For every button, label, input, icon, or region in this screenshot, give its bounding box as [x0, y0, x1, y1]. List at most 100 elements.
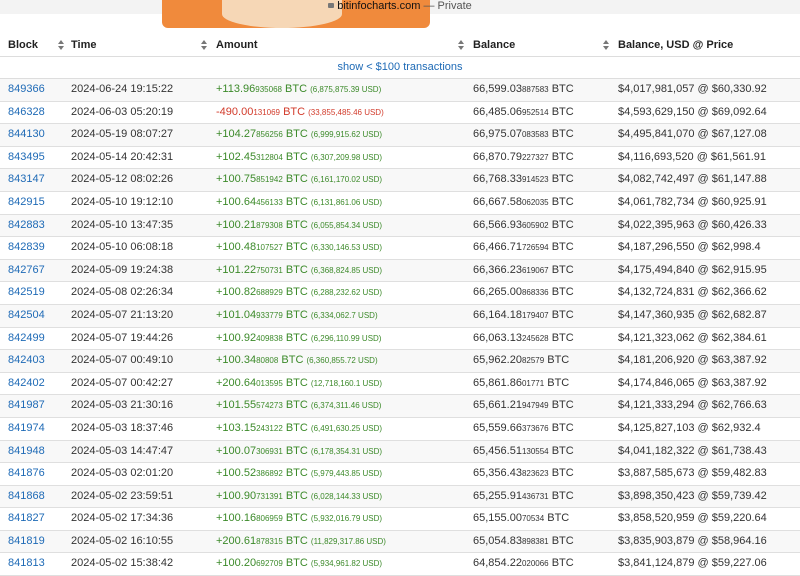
block-link[interactable]: 841974	[8, 418, 45, 439]
amount-unit: BTC	[282, 241, 308, 254]
block-link[interactable]: 842499	[8, 328, 45, 349]
balance-usd: $4,116,693,520 @ $61,561.91	[618, 150, 766, 163]
tx-balance: 66,485.06952514 BTC	[473, 102, 574, 123]
amount-usd: (6,288,232.62 USD)	[310, 288, 383, 298]
tx-amount: +100.20692709 BTC (5,934,961.82 USD)	[216, 553, 382, 574]
amount-main: +102.45	[216, 150, 257, 163]
tx-amount: +100.16806959 BTC (5,932,016.79 USD)	[216, 508, 382, 529]
amount-usd: (6,330,146.53 USD)	[310, 243, 383, 253]
balance-unit: BTC	[548, 421, 574, 434]
balance-unit: BTC	[548, 150, 574, 163]
amount-main: +100.52	[216, 467, 257, 480]
block-link[interactable]: 841876	[8, 463, 45, 484]
amount-decimals: 131069	[253, 107, 281, 117]
block-link[interactable]: 841948	[8, 441, 45, 462]
amount-main: +104.27	[216, 128, 257, 141]
amount-main: +100.07	[216, 444, 257, 457]
balance-unit: BTC	[548, 218, 574, 231]
balance-unit: BTC	[544, 376, 570, 389]
block-link[interactable]: 842519	[8, 282, 45, 303]
balance-decimals: 887583	[521, 85, 549, 94]
amount-main: +100.92	[216, 331, 257, 344]
header-block[interactable]: Block	[8, 34, 38, 56]
table-row: 842839 2024-05-10 06:08:18 +100.48107527 B…	[0, 237, 800, 260]
show-small-transactions-link[interactable]: show < $100 transactions	[0, 57, 800, 79]
block-link[interactable]: 842504	[8, 305, 45, 326]
block-link[interactable]: 842402	[8, 373, 45, 394]
balance-usd: $4,121,323,062 @ $62,384.61	[618, 331, 767, 344]
amount-usd: (6,360,855.72 USD)	[306, 356, 378, 366]
amount-decimals: 806959	[256, 514, 283, 524]
block-link[interactable]: 842839	[8, 237, 45, 258]
amount-unit: BTC	[282, 286, 308, 299]
amount-usd: (6,334,062.7 USD)	[310, 310, 378, 320]
table-row: 841876 2024-05-03 02:01:20 +100.52386892 B…	[0, 463, 800, 486]
tx-time: 2024-05-07 00:42:27	[71, 376, 174, 389]
block-link[interactable]: 843495	[8, 147, 45, 168]
balance-usd: $3,835,903,879 @ $58,964.16	[618, 534, 767, 547]
table-row: 842519 2024-05-08 02:26:34 +100.82688929 B…	[0, 282, 800, 305]
block-link[interactable]: 841813	[8, 553, 45, 574]
amount-decimals: 879308	[256, 220, 283, 230]
tx-balance: 66,599.03887583 BTC	[473, 79, 574, 100]
tx-time: 2024-05-03 21:30:16	[71, 399, 174, 412]
header-balance-usd[interactable]: Balance, USD @ Price	[618, 34, 733, 56]
table-row: 841827 2024-05-02 17:34:36 +100.16806959 B…	[0, 508, 800, 531]
block-link[interactable]: 846328	[8, 102, 45, 123]
balance-decimals: 245628	[521, 333, 549, 343]
sort-icon[interactable]	[603, 40, 609, 50]
amount-usd: (6,028,144.33 USD)	[310, 491, 383, 501]
amount-usd: (6,875,875.39 USD)	[310, 85, 382, 94]
table-row: 841948 2024-05-03 14:47:47 +100.07306931 B…	[0, 440, 800, 464]
header-time[interactable]: Time	[71, 34, 96, 56]
amount-main: +113.96	[216, 83, 256, 95]
balance-usd: $4,174,846,065 @ $63,387.92	[618, 376, 767, 389]
table-row: 842767 2024-05-09 19:24:38 +101.22750731 B…	[0, 259, 800, 283]
table-header: Block Time Amount Balance Balance, USD @…	[0, 34, 800, 57]
table-row: 842883 2024-05-10 13:47:35 +100.21879308 B…	[0, 214, 800, 238]
tx-time: 2024-05-19 08:07:27	[71, 128, 174, 141]
tx-time: 2024-06-03 05:20:19	[71, 105, 174, 118]
balance-usd: $3,887,585,673 @ $59,482.83	[618, 467, 767, 480]
amount-decimals: 856256	[256, 130, 283, 140]
sort-icon[interactable]	[201, 40, 207, 50]
block-link[interactable]: 841987	[8, 395, 45, 416]
amount-usd: (33,855,485.46 USD)	[308, 107, 384, 117]
header-amount[interactable]: Amount	[216, 34, 258, 56]
tx-time: 2024-05-03 18:37:46	[71, 421, 174, 434]
amount-usd: (11,829,317.86 USD)	[310, 536, 386, 546]
block-link[interactable]: 841827	[8, 508, 45, 529]
tx-balance: 66,870.79227327 BTC	[473, 147, 574, 168]
balance-unit: BTC	[548, 173, 574, 186]
balance-usd: $4,061,782,734 @ $60,925.91	[618, 195, 767, 208]
balance-main: 65,559.66	[473, 421, 522, 434]
table-row: 841868 2024-05-02 23:59:51 +100.90731391 B…	[0, 485, 800, 509]
balance-usd: $4,187,296,550 @ $62,998.4	[618, 241, 761, 254]
table-row: 842403 2024-05-07 00:49:10 +100.3480808 BT…	[0, 350, 800, 373]
balance-unit: BTC	[548, 263, 574, 276]
block-link[interactable]: 842883	[8, 215, 45, 236]
block-link[interactable]: 842403	[8, 350, 45, 371]
sort-icon[interactable]	[458, 40, 464, 50]
amount-unit: BTC	[282, 195, 308, 208]
tx-time: 2024-05-03 14:47:47	[71, 444, 174, 457]
balance-unit: BTC	[548, 399, 574, 412]
block-link[interactable]: 843147	[8, 169, 45, 190]
balance-unit: BTC	[548, 128, 574, 141]
balance-decimals: 083583	[521, 130, 549, 140]
block-link[interactable]: 844130	[8, 124, 45, 145]
amount-unit: BTC	[282, 512, 308, 525]
block-link[interactable]: 841819	[8, 531, 45, 552]
block-link[interactable]: 842767	[8, 260, 45, 281]
tx-amount: +101.04933779 BTC (6,334,062.7 USD)	[216, 305, 378, 326]
balance-unit: BTC	[548, 286, 574, 299]
header-balance[interactable]: Balance	[473, 34, 515, 56]
amount-main: +200.64	[216, 376, 257, 389]
block-link[interactable]: 841868	[8, 486, 45, 507]
block-link[interactable]: 849366	[8, 79, 45, 100]
amount-unit: BTC	[282, 308, 308, 321]
block-link[interactable]: 842915	[8, 192, 45, 213]
sort-icon[interactable]	[58, 40, 64, 50]
tx-amount: +100.82688929 BTC (6,288,232.62 USD)	[216, 282, 382, 303]
private-label: — Private	[420, 0, 472, 12]
